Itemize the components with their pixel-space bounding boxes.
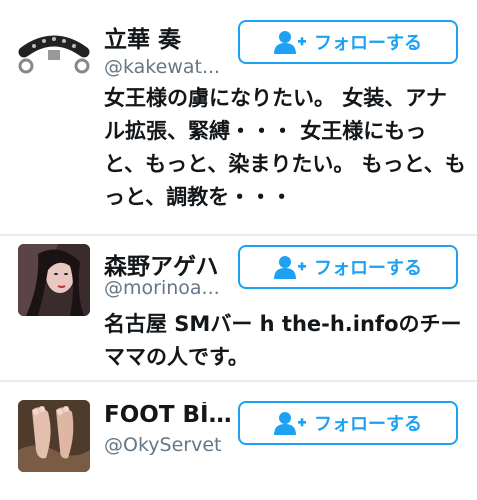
user-name[interactable]: FOOT Bİ... bbox=[104, 402, 234, 428]
user-name[interactable]: 森野アゲハ bbox=[104, 247, 234, 281]
follow-label: フォローする bbox=[314, 258, 422, 279]
add-user-icon bbox=[274, 256, 306, 279]
user-cell[interactable]: FOOT Bİ... @OkyServet フォローする bbox=[0, 382, 477, 500]
follow-button[interactable]: フォローする bbox=[238, 20, 458, 64]
user-bio: 名古屋 SMバー h the-h.infoのチーママの人です。 bbox=[104, 312, 462, 369]
follow-button[interactable]: フォローする bbox=[238, 401, 458, 445]
add-user-icon bbox=[274, 31, 306, 54]
user-list: 立華 奏 @kakewat... フォローする 女王様の虜になりたい。 女装、ア… bbox=[0, 0, 477, 500]
user-bio: 女王様の虜になりたい。 女装、アナル拡張、緊縛・・・ 女王様にもっと、もっと、染… bbox=[104, 86, 466, 209]
follow-label: フォローする bbox=[314, 33, 422, 54]
user-cell[interactable]: 立華 奏 @kakewat... フォローする 女王様の虜になりたい。 女装、ア… bbox=[0, 0, 477, 236]
avatar[interactable] bbox=[18, 244, 90, 316]
add-user-icon bbox=[274, 412, 306, 435]
follow-button[interactable]: フォローする bbox=[238, 245, 458, 289]
follow-label: フォローする bbox=[314, 414, 422, 435]
avatar[interactable] bbox=[18, 16, 90, 88]
user-name[interactable]: 立華 奏 bbox=[104, 20, 234, 54]
user-cell[interactable]: 森野アゲハ @morinoa... フォローする 名古屋 SMバー h the-… bbox=[0, 236, 477, 382]
user-handle: @morinoa... bbox=[104, 277, 220, 299]
user-handle: @kakewat... bbox=[104, 56, 221, 78]
avatar[interactable] bbox=[18, 400, 90, 472]
user-handle: @OkyServet bbox=[104, 434, 222, 456]
